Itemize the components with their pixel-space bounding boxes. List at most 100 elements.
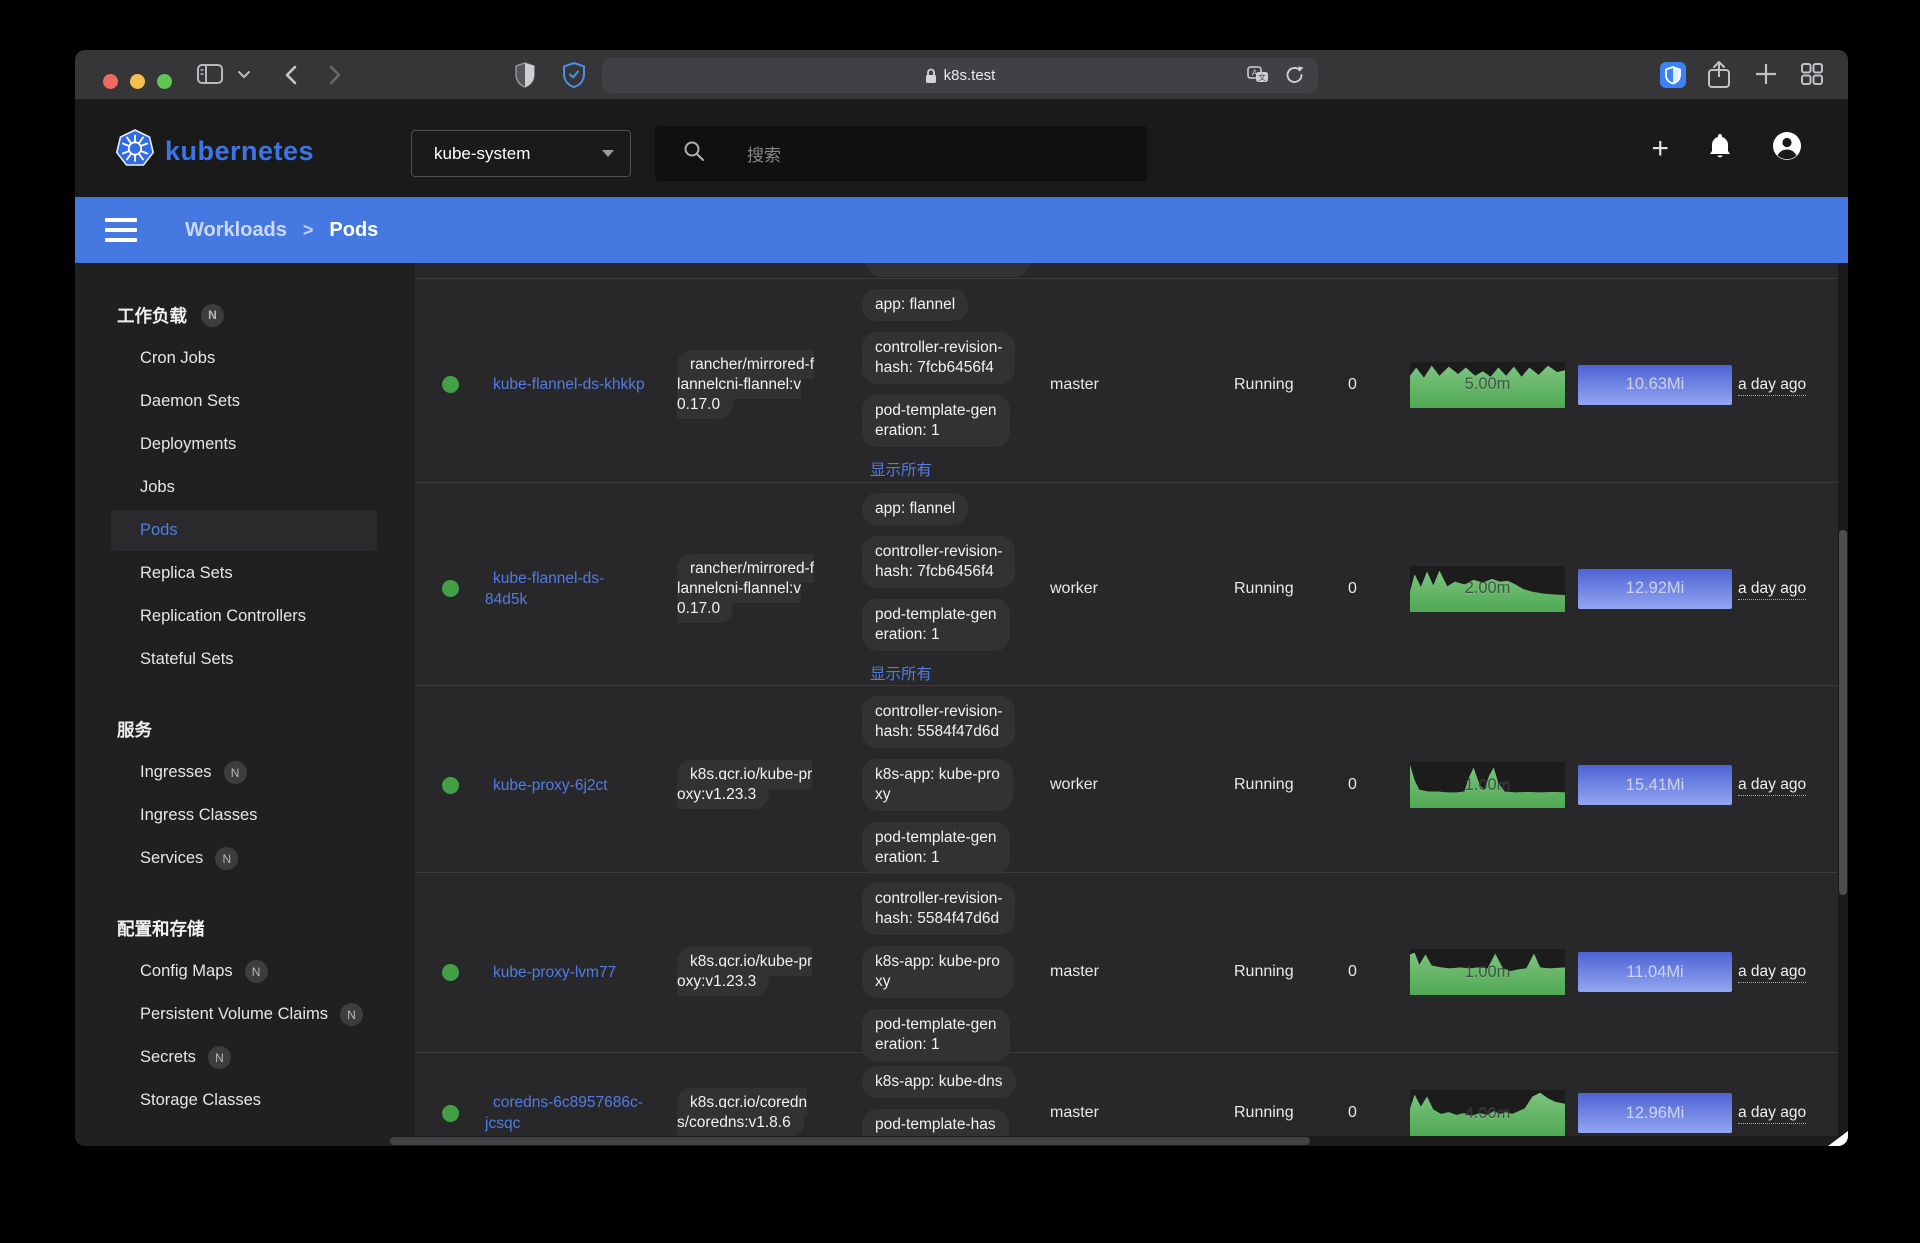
label-chip: app: flannel <box>862 289 968 321</box>
memory-value: 15.41Mi <box>1626 776 1685 795</box>
horizontal-scrollbar-track[interactable] <box>390 1136 1848 1146</box>
pod-node-cell-value: master <box>1050 376 1099 393</box>
pod-phase-cell-value: Running <box>1234 580 1294 597</box>
sidebar-item-ingress-classes[interactable]: Ingress Classes <box>75 794 415 837</box>
sidebar-item-jobs[interactable]: Jobs <box>75 466 415 509</box>
tab-overview-icon[interactable] <box>1801 63 1823 85</box>
vpn-shield-check-icon[interactable] <box>563 62 585 88</box>
minimize-window-button[interactable] <box>130 74 145 89</box>
search-box[interactable]: 搜索 <box>655 126 1147 181</box>
pod-status-cell <box>415 1105 485 1122</box>
share-icon[interactable] <box>1707 60 1731 89</box>
sidebar-item-config-maps[interactable]: Config MapsN <box>75 950 415 993</box>
sidebar-toggle-icon[interactable] <box>197 62 223 86</box>
pod-name-link[interactable]: kube-proxy-6j2ct <box>485 777 608 794</box>
pod-name-cell: kube-flannel-ds- 84d5k <box>485 568 677 610</box>
sidebar-section-title: 配置和存储 <box>75 906 415 950</box>
sidebar-item-storage-classes[interactable]: Storage Classes <box>75 1079 415 1122</box>
kubernetes-brand[interactable]: kubernetes <box>115 129 314 174</box>
password-extension-icon[interactable] <box>1660 62 1686 88</box>
sidebar-item-stateful-sets[interactable]: Stateful Sets <box>75 638 415 681</box>
new-tab-icon[interactable] <box>1755 63 1777 85</box>
pod-cpu-cell: 1.00m <box>1410 949 1578 995</box>
sidebar-item-secrets[interactable]: SecretsN <box>75 1036 415 1079</box>
pod-age-cell: a day ago <box>1738 1104 1848 1122</box>
memory-value: 12.92Mi <box>1626 579 1685 598</box>
pod-cpu-cell: 5.00m <box>1410 362 1578 408</box>
address-bar[interactable]: k8s.test A文 <box>602 58 1318 93</box>
sidebar-item-replica-sets[interactable]: Replica Sets <box>75 552 415 595</box>
pod-phase-cell-value: Running <box>1234 1104 1294 1121</box>
new-badge: N <box>208 1046 231 1069</box>
pod-age-value: a day ago <box>1738 963 1806 983</box>
pods-table: kube-flannel-ds-khkkprancher/mirrored-f … <box>415 263 1848 1146</box>
pod-name-link[interactable]: kube-flannel-ds- 84d5k <box>485 570 604 608</box>
privacy-shield-icon[interactable] <box>515 62 535 88</box>
sidebar-item-label: Jobs <box>140 478 175 497</box>
menu-hamburger-icon[interactable] <box>105 218 137 242</box>
image-chip: k8s.gcr.io/coredn s/coredns:v1.8.6 <box>677 1088 807 1137</box>
show-all-link[interactable]: 显示所有 <box>862 458 932 480</box>
horizontal-scrollbar-thumb[interactable] <box>390 1137 1310 1145</box>
sidebar-item-deployments[interactable]: Deployments <box>75 423 415 466</box>
label-chip: controller-revision- hash: 7fcb6456f4 <box>862 536 1015 588</box>
pod-status-cell <box>415 376 485 393</box>
pod-name-link[interactable]: kube-flannel-ds-khkkp <box>485 376 645 393</box>
clipped-previous-row <box>415 263 1848 279</box>
pod-name-link[interactable]: coredns-6c8957686c- jcsqc <box>485 1094 643 1132</box>
zoom-window-button[interactable] <box>157 74 172 89</box>
sidebar-item-label: Services <box>140 849 203 868</box>
namespace-select[interactable]: kube-system <box>411 130 631 177</box>
resize-corner[interactable] <box>1828 1131 1848 1146</box>
cpu-value: 2.00m <box>1410 566 1565 612</box>
back-button[interactable] <box>283 63 299 87</box>
sidebar-chevron-icon[interactable] <box>237 69 251 79</box>
status-ok-icon <box>442 1105 459 1122</box>
clipped-chip <box>866 263 1030 277</box>
pod-labels-cell: controller-revision- hash: 5584f47d6dk8s… <box>857 686 1050 884</box>
sidebar-item-label: Storage Classes <box>140 1091 261 1110</box>
new-badge: N <box>215 847 238 870</box>
sidebar-item-services[interactable]: Services N <box>75 837 415 880</box>
new-badge: N <box>245 960 268 983</box>
pod-restarts-cell: 0 <box>1348 776 1410 794</box>
show-all-link[interactable]: 显示所有 <box>862 662 932 684</box>
breadcrumb-section[interactable]: Workloads <box>185 219 287 242</box>
vertical-scrollbar-track[interactable] <box>1838 263 1848 1146</box>
translate-icon[interactable]: A文 <box>1247 66 1269 84</box>
sidebar-item-persistent-volume-claims[interactable]: Persistent Volume ClaimsN <box>75 993 415 1036</box>
pod-image-cell: k8s.gcr.io/kube-pr oxy:v1.23.3 <box>677 952 857 992</box>
image-chip: k8s.gcr.io/kube-pr oxy:v1.23.3 <box>677 760 812 809</box>
label-chip: pod-template-gen eration: 1 <box>862 822 1010 874</box>
sidebar-item-label: Deployments <box>140 435 236 454</box>
sidebar-item-cron-jobs[interactable]: Cron Jobs <box>75 337 415 380</box>
pod-name-link[interactable]: kube-proxy-lvm77 <box>485 964 616 981</box>
forward-button[interactable] <box>327 63 343 87</box>
pod-node-cell-value: master <box>1050 963 1099 980</box>
pod-memory-cell: 12.92Mi <box>1578 569 1738 609</box>
pod-node-cell: master <box>1050 963 1234 981</box>
pod-restarts-cell: 0 <box>1348 376 1410 394</box>
chevron-down-icon <box>602 150 614 157</box>
memory-bar: 12.92Mi <box>1578 569 1732 609</box>
notifications-bell-icon[interactable] <box>1707 132 1733 165</box>
pod-memory-cell: 15.41Mi <box>1578 765 1738 805</box>
sidebar-item-replication-controllers[interactable]: Replication Controllers <box>75 595 415 638</box>
sidebar-item-label: Pods <box>140 521 178 540</box>
pod-node-cell: master <box>1050 1104 1234 1122</box>
sidebar-section-label: 工作负载 <box>117 303 187 328</box>
sidebar-item-label: Ingresses <box>140 763 212 782</box>
user-account-icon[interactable] <box>1771 130 1803 167</box>
brand-title: kubernetes <box>165 136 314 167</box>
create-resource-button[interactable]: + <box>1651 134 1669 164</box>
sidebar-item-ingresses[interactable]: IngressesN <box>75 751 415 794</box>
label-chip: controller-revision- hash: 5584f47d6d <box>862 883 1015 935</box>
cpu-sparkline: 1.00m <box>1410 762 1565 808</box>
reload-icon[interactable] <box>1285 65 1304 85</box>
sidebar-item-pods[interactable]: Pods <box>75 509 415 552</box>
vertical-scrollbar-thumb[interactable] <box>1839 530 1847 895</box>
pod-age-value: a day ago <box>1738 776 1806 796</box>
close-window-button[interactable] <box>103 74 118 89</box>
pod-row: kube-flannel-ds- 84d5krancher/mirrored-f… <box>415 483 1848 686</box>
sidebar-item-daemon-sets[interactable]: Daemon Sets <box>75 380 415 423</box>
